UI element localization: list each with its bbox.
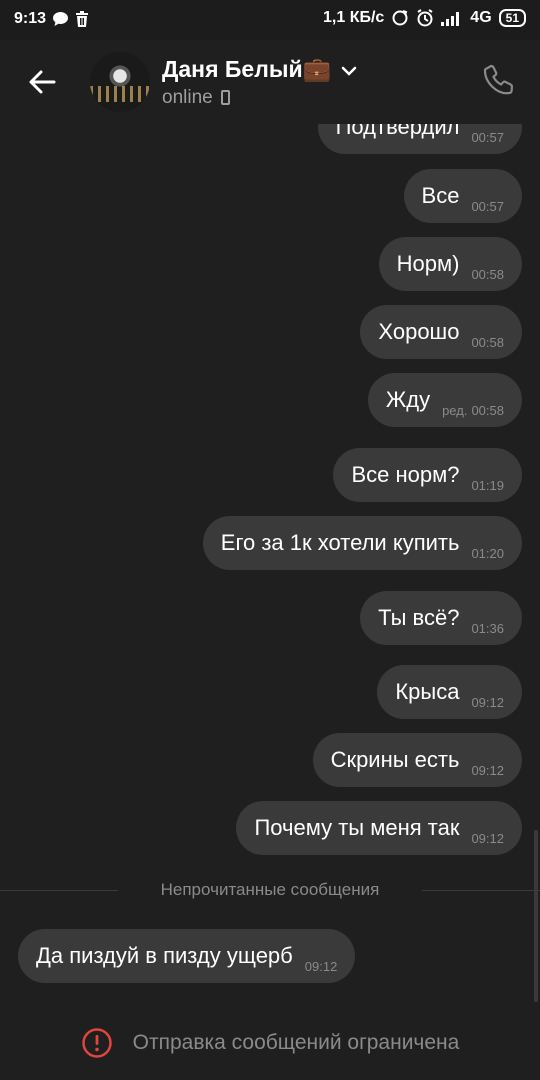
message-text: Скрины есть	[330, 747, 460, 772]
message-text: Жду	[385, 387, 431, 412]
message-text: Все	[421, 183, 460, 208]
message-text: Почему ты меня так	[254, 815, 460, 840]
message-time: 09:12	[471, 762, 504, 778]
restricted-notice: Отправка сообщений ограничена	[0, 1006, 540, 1080]
alarm-icon	[417, 9, 433, 27]
message-bubble[interactable]: Ты всё? 01:36	[360, 591, 522, 645]
status-time: 9:13	[14, 10, 47, 27]
contact-status: online	[162, 87, 230, 109]
phone-call-icon[interactable]	[482, 62, 518, 98]
message-text: Крыса	[395, 679, 460, 704]
message-bubble[interactable]: Жду ред. 00:58	[367, 373, 522, 427]
message-time: 01:20	[471, 545, 504, 561]
message-time: 09:12	[471, 694, 504, 710]
edited-label: ред.	[442, 402, 468, 418]
restricted-notice-text: Отправка сообщений ограничена	[132, 1031, 460, 1054]
message-text: Ты всё?	[378, 605, 460, 630]
message-bubble[interactable]: Хорошо 00:58	[360, 305, 522, 359]
mobile-device-icon	[220, 90, 230, 105]
message-time: 00:58	[471, 266, 504, 282]
message-text: Все норм?	[351, 462, 460, 487]
battery-icon: 51	[498, 9, 526, 27]
message-text: Его за 1к хотели купить	[220, 530, 460, 555]
message-bubble[interactable]: Скрины есть 09:12	[312, 733, 522, 787]
message-bubble[interactable]: Все 00:57	[403, 169, 522, 223]
unread-divider: Непрочитанные сообщения	[0, 876, 540, 906]
message-text: Хорошо	[378, 319, 460, 344]
status-bar: 9:13 1,1 КБ/с 4G 51	[0, 0, 540, 40]
message-bubble[interactable]: Норм) 00:58	[378, 237, 522, 291]
chat-header: Даня Белый💼 online	[0, 40, 540, 124]
message-time: 01:36	[471, 620, 504, 636]
sync-icon	[392, 10, 408, 26]
status-text: online	[162, 87, 213, 108]
message-list[interactable]: Подтвердил 00:57 Все 00:57 Норм) 00:58 Х…	[0, 124, 540, 1004]
warning-icon	[81, 1028, 112, 1058]
battery-level: 51	[505, 11, 519, 25]
message-text: Норм)	[396, 251, 460, 276]
message-bubble[interactable]: Крыса 09:12	[377, 665, 522, 719]
message-text: Подтвердил	[335, 124, 460, 139]
contact-name[interactable]: Даня Белый💼	[162, 56, 331, 83]
message-time: 00:57	[471, 129, 504, 145]
trash-icon	[76, 10, 89, 27]
message-time: 00:58	[471, 334, 504, 350]
message-time: 09:12	[304, 958, 338, 974]
message-time: 00:57	[471, 198, 504, 214]
chevron-down-icon[interactable]	[338, 60, 360, 82]
chat-bubble-icon	[53, 12, 69, 26]
network-type: 4G	[470, 9, 492, 26]
message-bubble[interactable]: Его за 1к хотели купить 01:20	[202, 516, 522, 570]
avatar[interactable]	[90, 52, 150, 112]
message-time: 09:12	[471, 830, 504, 846]
scrollbar[interactable]	[534, 830, 538, 1002]
network-speed: 1,1 КБ/с	[323, 9, 385, 26]
contact-name-text: Даня Белый	[162, 56, 303, 82]
message-time: 01:19	[471, 477, 504, 493]
signal-icon	[441, 12, 460, 26]
incoming-message-bubble[interactable]: Да пиздуй в пизду ущерб 09:12	[18, 929, 356, 983]
message-text: Да пиздуй в пизду ущерб	[36, 943, 293, 968]
message-bubble[interactable]: Почему ты меня так 09:12	[236, 801, 522, 855]
message-time: 00:58	[471, 402, 504, 418]
message-bubble[interactable]: Все норм? 01:19	[333, 448, 522, 502]
message-bubble[interactable]: Подтвердил 00:57	[317, 124, 522, 154]
back-arrow-icon[interactable]	[22, 62, 62, 102]
briefcase-emoji: 💼	[302, 56, 332, 82]
